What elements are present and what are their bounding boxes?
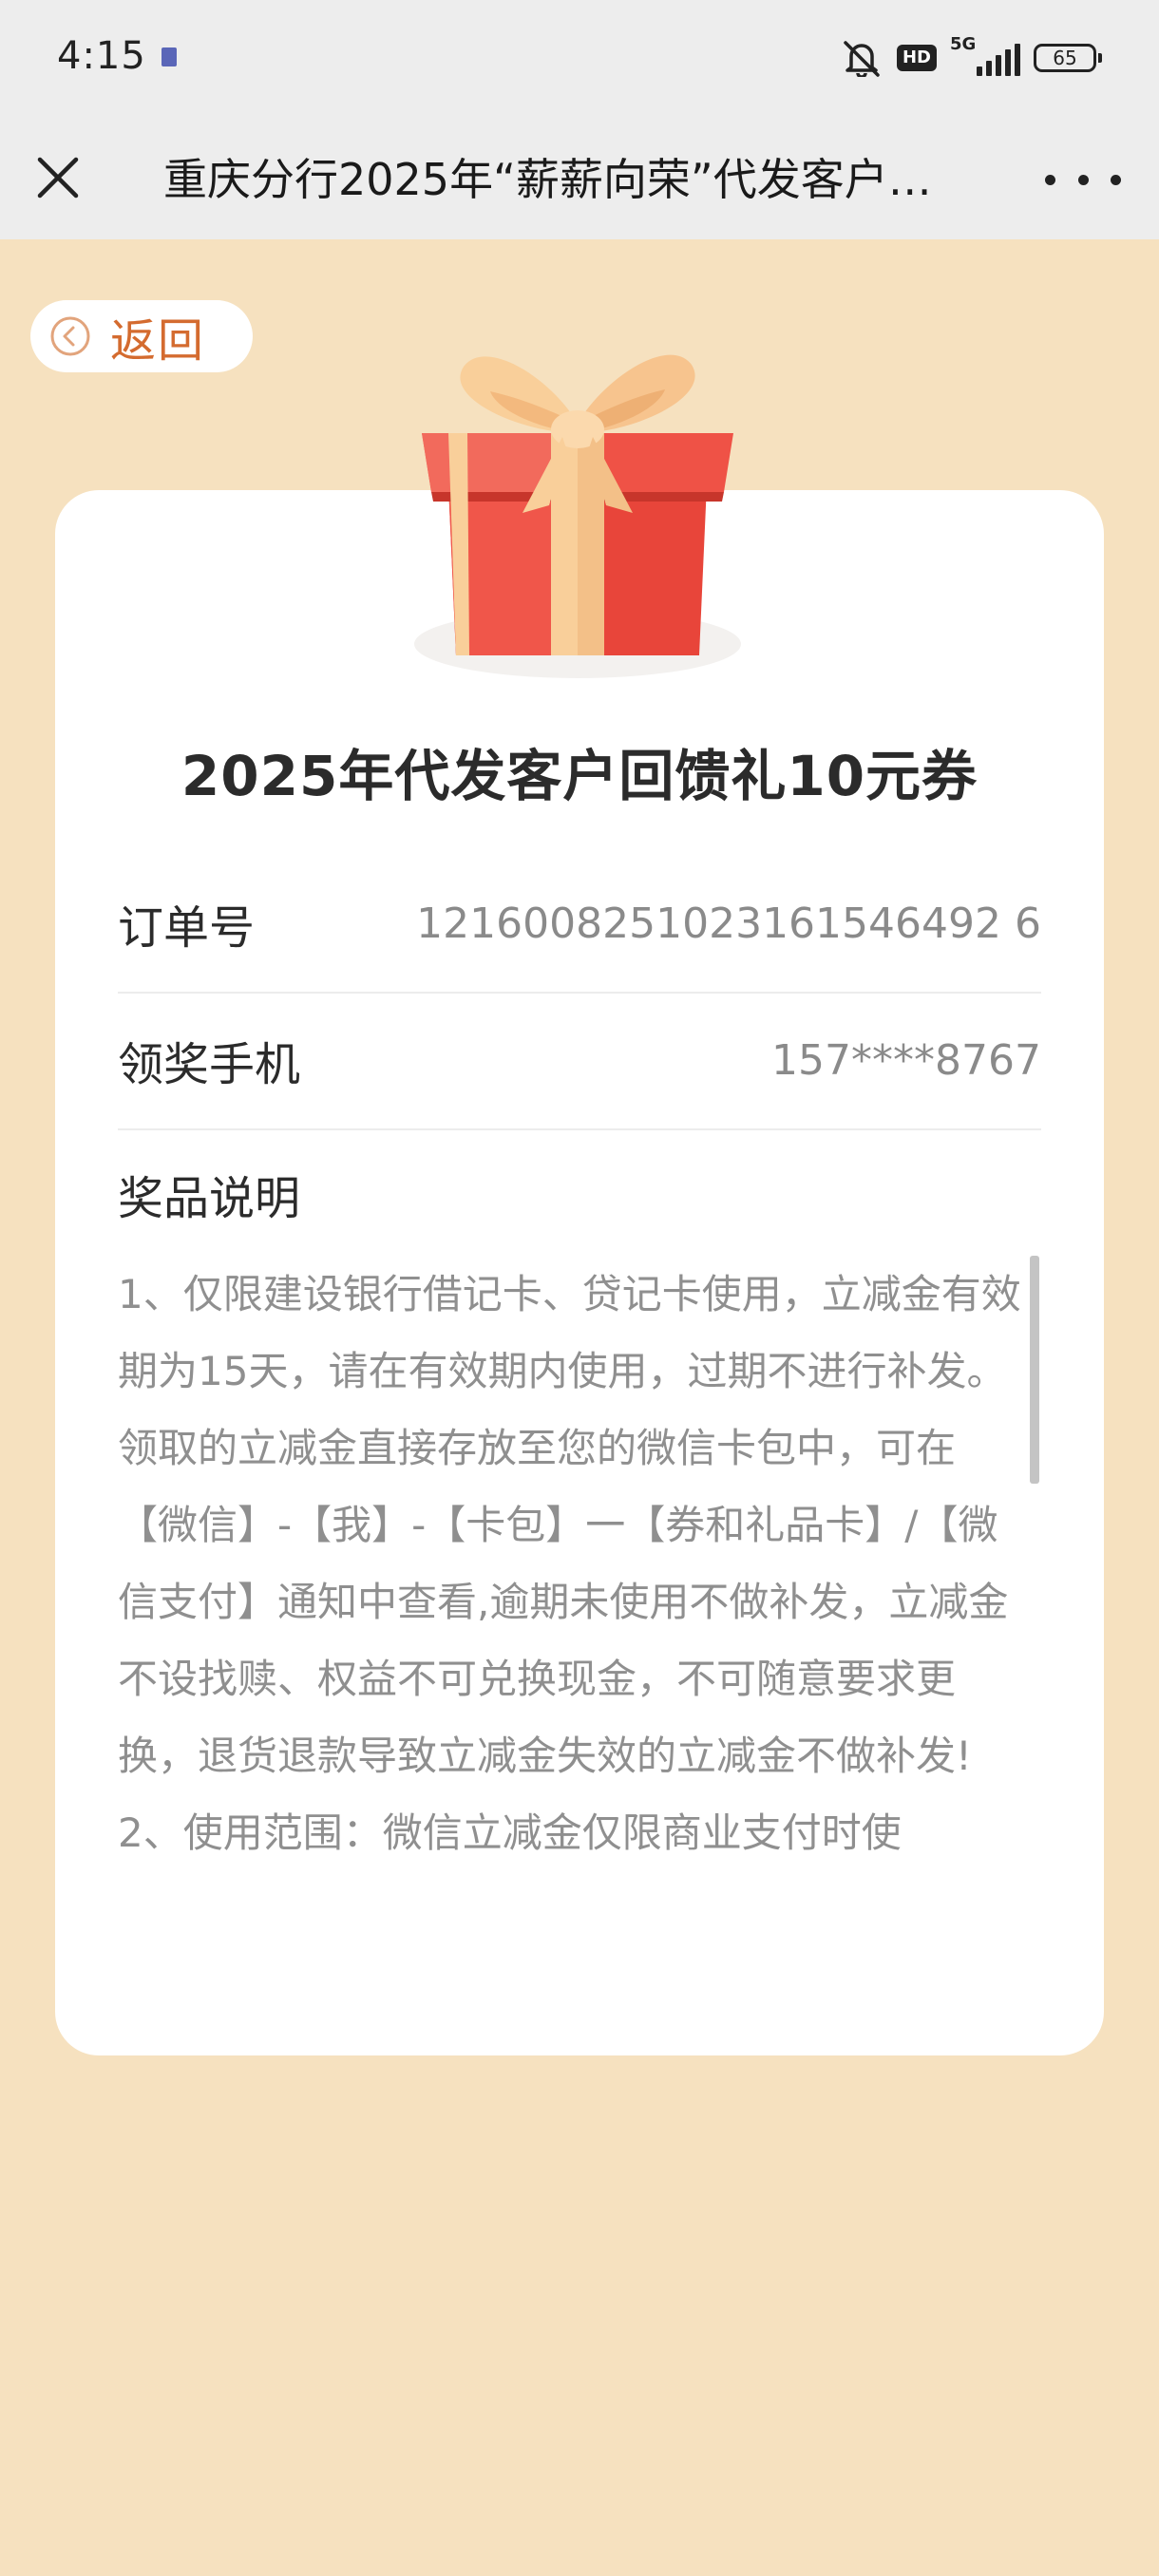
back-label: 返回	[110, 314, 206, 368]
hd-badge: HD	[896, 45, 937, 71]
description-scroll-area[interactable]: 1、仅限建设银行借记卡、贷记卡使用，立减金有效期为15天，请在有效期内使用，过期…	[118, 1256, 1030, 1949]
page-title: 重庆分行2025年“薪薪向荣”代发客户回馈礼	[163, 154, 961, 205]
description-heading: 奖品说明	[118, 1172, 301, 1225]
signal-indicator: 5G	[950, 34, 1020, 80]
more-button[interactable]	[1045, 158, 1121, 201]
description-paragraph-2: 2、使用范围：微信立减金仅限商业支付时使	[118, 1809, 902, 1856]
status-time: 4:15	[57, 34, 146, 78]
description-paragraph-1: 1、仅限建设银行借记卡、贷记卡使用，立减金有效期为15天，请在有效期内使用，过期…	[118, 1271, 1021, 1779]
back-button[interactable]: 返回	[30, 300, 253, 372]
status-icons: HD 5G 65	[840, 34, 1102, 80]
close-icon	[37, 157, 79, 199]
close-button[interactable]	[27, 146, 89, 209]
phone-label: 领奖手机	[118, 1038, 301, 1091]
sim-icon	[162, 47, 177, 66]
more-icon	[1045, 174, 1055, 185]
status-bar: 4:15 HD 5G 65	[0, 0, 1159, 120]
battery-icon: 65	[1034, 44, 1102, 72]
gift-box-icon	[414, 354, 741, 678]
nav-bar: 重庆分行2025年“薪薪向荣”代发客户回馈礼	[0, 120, 1159, 239]
description-scrollbar[interactable]	[1030, 1256, 1039, 1484]
network-type: 5G	[950, 34, 977, 54]
order-label: 订单号	[118, 901, 256, 955]
mute-bell-icon	[844, 41, 880, 77]
phone-row: 领奖手机 157****8767	[118, 992, 1041, 1130]
prize-title: 2025年代发客户回馈礼10元券	[180, 744, 978, 808]
order-row: 订单号 1216008251023161546492 6	[118, 855, 1041, 994]
order-value: 1216008251023161546492 6	[416, 899, 1041, 948]
battery-level: 65	[1053, 47, 1077, 69]
chevron-left-circle-icon	[50, 316, 90, 356]
phone-value: 157****8767	[771, 1035, 1041, 1085]
signal-bars-icon	[977, 44, 1020, 76]
